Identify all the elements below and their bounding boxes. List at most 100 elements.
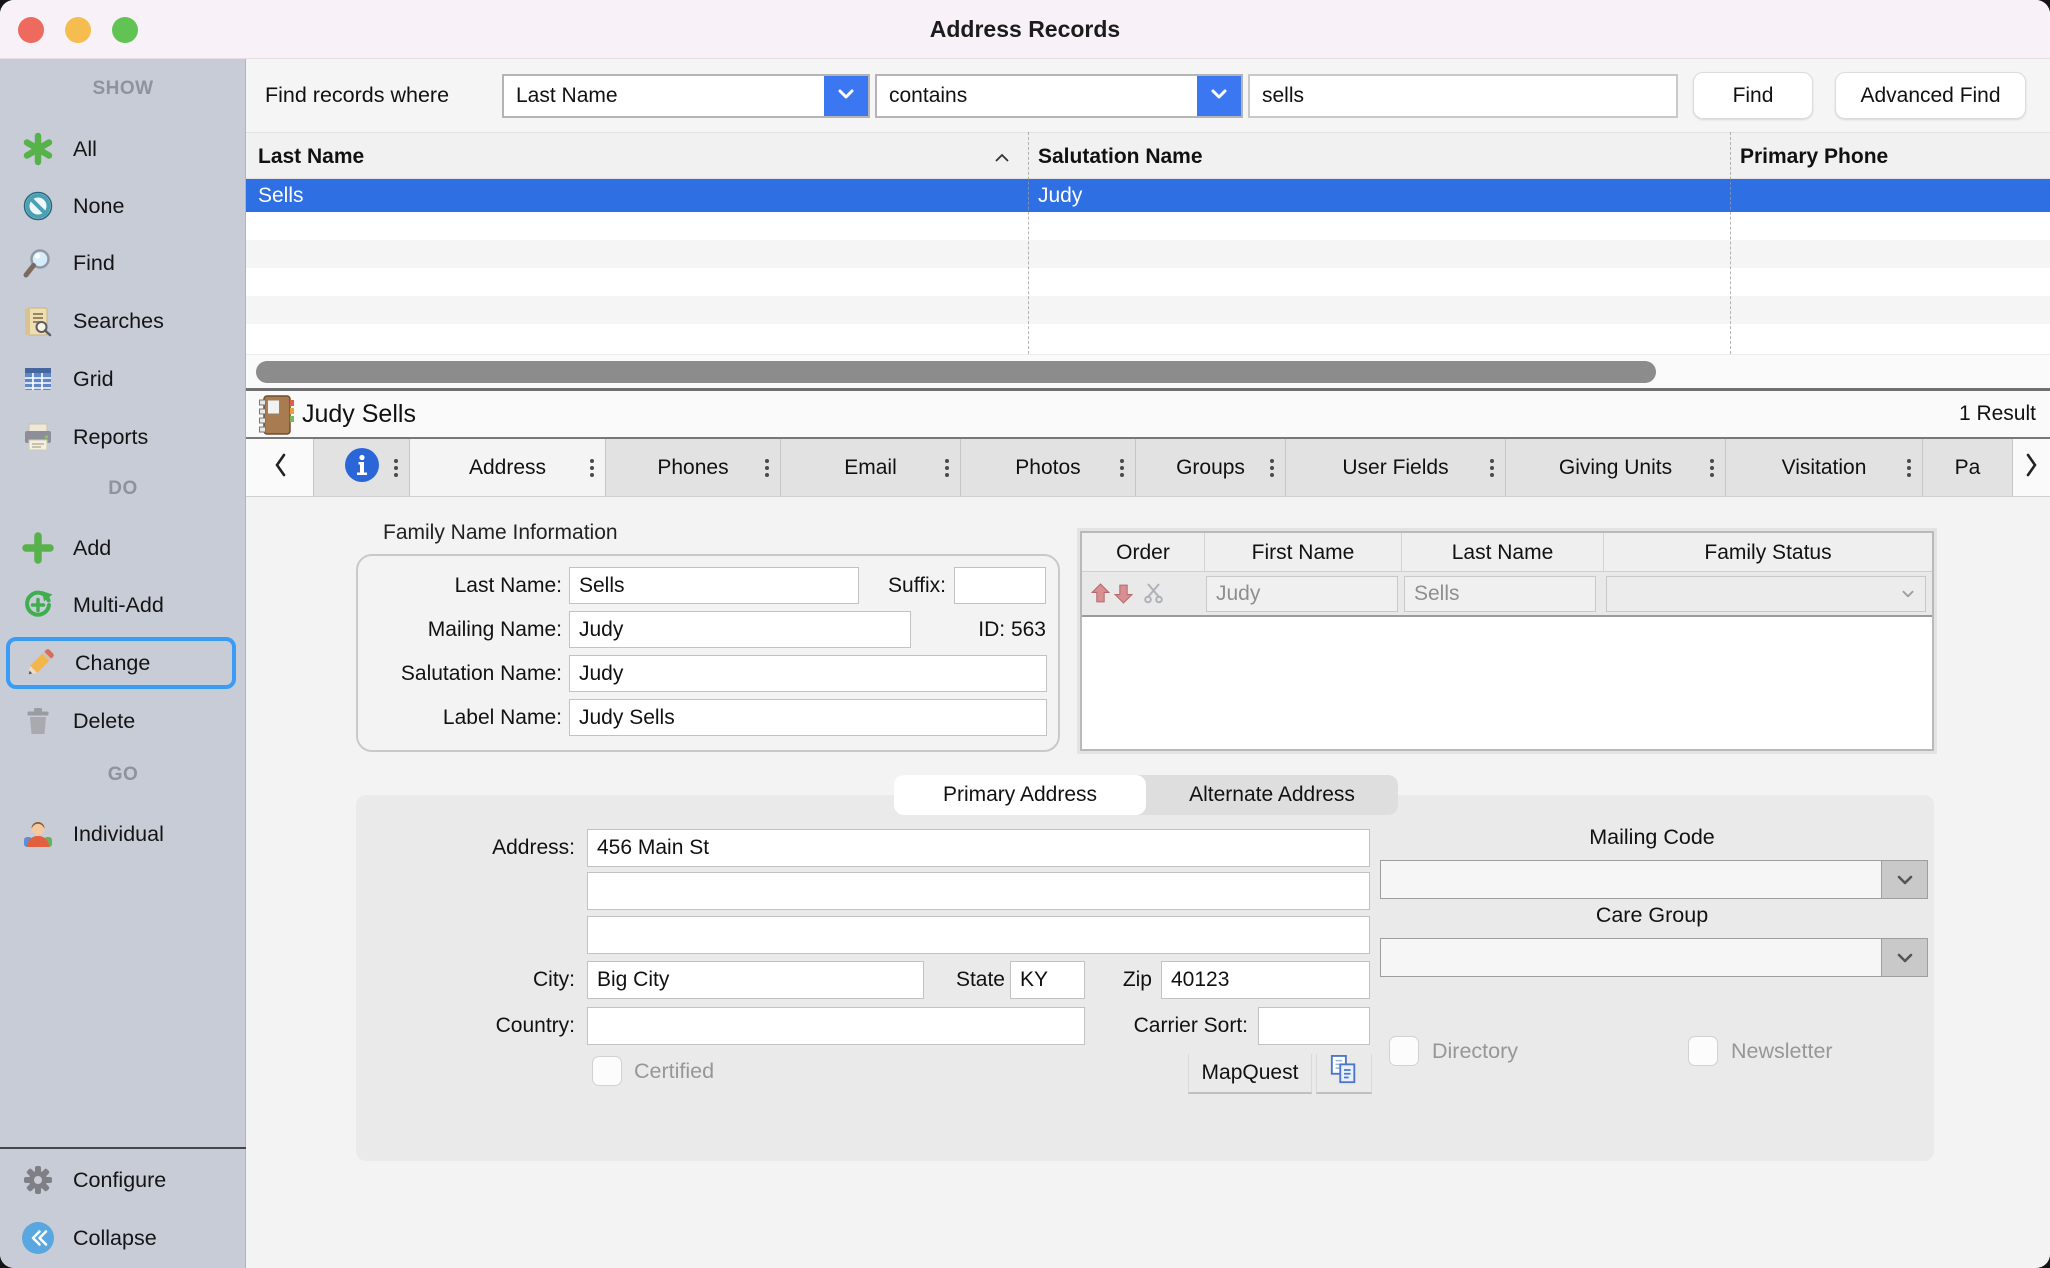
directory-checkbox[interactable] — [1389, 1036, 1419, 1066]
tab-label: Giving Units — [1559, 456, 1672, 480]
tab-handle-dots-icon[interactable] — [1710, 459, 1714, 477]
label-name-field[interactable] — [569, 699, 1047, 736]
family-status-select[interactable] — [1606, 576, 1926, 612]
tab-visitation[interactable]: Visitation — [1725, 439, 1922, 496]
carrier-sort-label: Carrier Sort: — [1048, 1014, 1248, 1038]
horizontal-scrollbar[interactable] — [246, 354, 2050, 388]
sidebar-item-grid[interactable]: Grid — [0, 355, 246, 403]
split-scissors-icon[interactable] — [1144, 582, 1164, 609]
tab-phones[interactable]: Phones — [605, 439, 780, 496]
column-header-primary-phone[interactable]: Primary Phone — [1740, 133, 1888, 180]
address-label: Address: — [375, 836, 575, 860]
sidebar-item-label: Grid — [73, 367, 114, 392]
tab-handle-dots-icon[interactable] — [1490, 459, 1494, 477]
sidebar-item-configure[interactable]: Configure — [0, 1156, 246, 1204]
certified-label: Certified — [634, 1059, 714, 1084]
scrollbar-thumb[interactable] — [256, 361, 1656, 383]
member-first-name-cell[interactable]: Judy — [1206, 576, 1398, 612]
results-table: Last Name Salutation Name Primary Phone … — [246, 132, 2050, 354]
tab-address[interactable]: Address — [409, 439, 605, 496]
column-header-salutation-name[interactable]: Salutation Name — [1038, 133, 1203, 180]
operator-select-button[interactable] — [1197, 76, 1241, 116]
address-line3-field[interactable] — [587, 916, 1370, 954]
mailing-code-select[interactable] — [1380, 860, 1928, 899]
advanced-find-button[interactable]: Advanced Find — [1835, 72, 2026, 119]
address-line1-field[interactable] — [587, 829, 1370, 867]
chevron-down-icon[interactable] — [1881, 861, 1927, 898]
tab-handle-dots-icon[interactable] — [765, 459, 769, 477]
mailing-name-label: Mailing Name: — [362, 618, 562, 642]
selected-result-row[interactable]: Sells Judy — [246, 179, 2050, 212]
tab-email[interactable]: Email — [780, 439, 960, 496]
column-header-last-name[interactable]: Last Name — [258, 133, 364, 180]
sidebar-item-find[interactable]: Find — [0, 239, 246, 287]
mapquest-button[interactable]: MapQuest — [1188, 1054, 1312, 1094]
find-records-where-label: Find records where — [265, 59, 449, 132]
chevron-down-icon[interactable] — [1881, 939, 1927, 976]
tab-info[interactable] — [313, 439, 409, 496]
tabs-scroll-back-button[interactable] — [246, 439, 313, 496]
address-line2-field[interactable] — [587, 872, 1370, 910]
tab-handle-dots-icon[interactable] — [394, 459, 398, 477]
copy-address-button[interactable] — [1316, 1054, 1372, 1094]
tab-alternate-address[interactable]: Alternate Address — [1146, 775, 1398, 815]
tab-handle-dots-icon[interactable] — [1270, 459, 1274, 477]
tab-partial[interactable]: Pa — [1922, 439, 2012, 496]
tab-handle-dots-icon[interactable] — [1907, 459, 1911, 477]
tab-handle-dots-icon[interactable] — [945, 459, 949, 477]
sidebar-item-multi-add[interactable]: Multi-Add — [0, 581, 246, 629]
member-last-name-cell[interactable]: Sells — [1404, 576, 1596, 612]
care-group-select[interactable] — [1380, 938, 1928, 977]
search-input[interactable] — [1248, 74, 1678, 118]
zip-field[interactable] — [1161, 961, 1370, 999]
tab-primary-address[interactable]: Primary Address — [894, 775, 1146, 815]
suffix-field[interactable] — [954, 567, 1046, 604]
sidebar-item-all[interactable]: All — [0, 125, 246, 173]
table-row[interactable] — [246, 324, 2050, 354]
record-detail-panel: Family Name Information Last Name: Suffi… — [246, 497, 2050, 1268]
move-up-icon[interactable] — [1090, 583, 1111, 609]
carrier-sort-field[interactable] — [1258, 1007, 1370, 1045]
salutation-name-field[interactable] — [569, 655, 1047, 692]
last-name-field[interactable] — [569, 567, 859, 604]
person-icon — [20, 816, 56, 852]
sidebar-item-collapse[interactable]: Collapse — [0, 1214, 246, 1262]
field-select[interactable]: Last Name — [502, 74, 870, 118]
no-entry-icon — [20, 188, 56, 224]
mailing-name-field[interactable] — [569, 611, 911, 648]
sidebar-section-do: DO — [0, 478, 246, 506]
sidebar-item-delete[interactable]: Delete — [0, 697, 246, 745]
table-row[interactable] — [246, 296, 2050, 324]
tab-groups[interactable]: Groups — [1135, 439, 1285, 496]
move-down-icon[interactable] — [1113, 583, 1134, 609]
sidebar-item-reports[interactable]: Reports — [0, 413, 246, 461]
tab-label: Address — [469, 456, 546, 480]
country-field[interactable] — [587, 1007, 1085, 1045]
city-field[interactable] — [587, 961, 924, 999]
state-field[interactable] — [1010, 961, 1085, 999]
field-select-button[interactable] — [824, 76, 868, 116]
certified-checkbox[interactable] — [592, 1056, 622, 1086]
column-header-order: Order — [1082, 533, 1204, 572]
table-row[interactable] — [246, 212, 2050, 240]
sidebar-item-searches[interactable]: Searches — [0, 297, 246, 345]
tabs-scroll-forward-button[interactable] — [2012, 439, 2050, 496]
find-button[interactable]: Find — [1693, 72, 1813, 119]
tab-giving-units[interactable]: Giving Units — [1505, 439, 1725, 496]
operator-select[interactable]: contains — [875, 74, 1243, 118]
mailing-code-label: Mailing Code — [1502, 825, 1802, 850]
newsletter-checkbox[interactable] — [1688, 1036, 1718, 1066]
tab-handle-dots-icon[interactable] — [1120, 459, 1124, 477]
tab-user-fields[interactable]: User Fields — [1285, 439, 1505, 496]
table-row[interactable] — [246, 268, 2050, 296]
sidebar-section-show: SHOW — [0, 78, 246, 106]
tab-photos[interactable]: Photos — [960, 439, 1135, 496]
sidebar-item-none[interactable]: None — [0, 182, 246, 230]
chevron-left-icon — [270, 452, 290, 484]
sidebar-item-add[interactable]: Add — [0, 524, 246, 572]
sidebar-item-change[interactable]: Change — [6, 637, 236, 689]
table-row[interactable] — [246, 240, 2050, 268]
sidebar-item-individual[interactable]: Individual — [0, 810, 246, 858]
tab-handle-dots-icon[interactable] — [590, 459, 594, 477]
sort-ascending-icon[interactable] — [994, 150, 1010, 168]
